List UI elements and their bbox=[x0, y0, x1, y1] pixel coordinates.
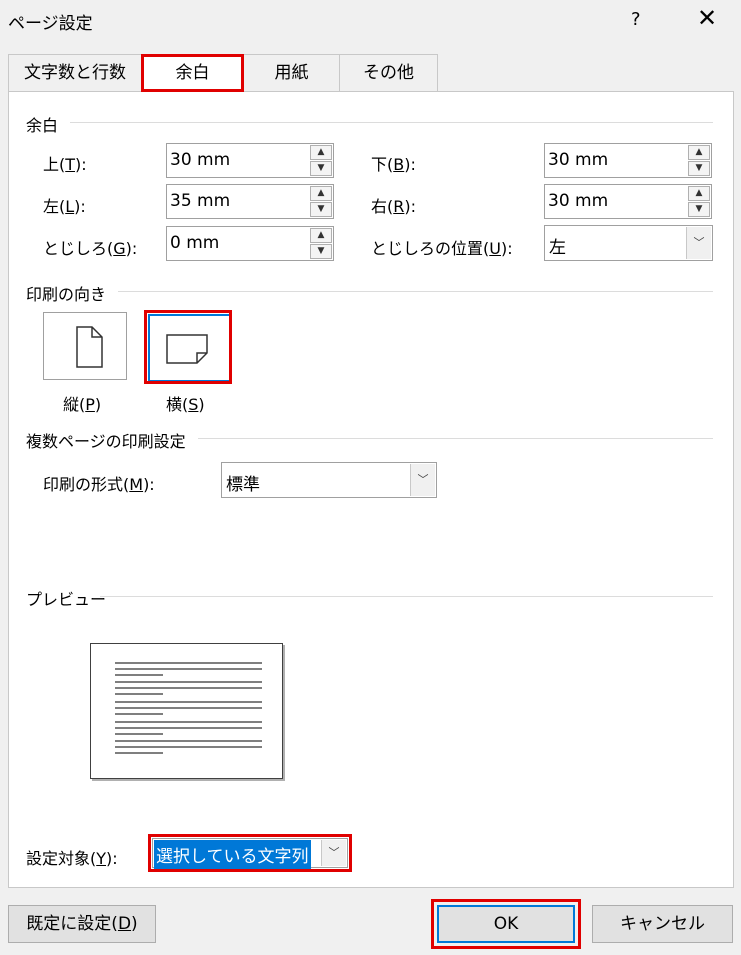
right-margin-value: 30 mm bbox=[548, 191, 609, 211]
landscape-label: 横(S) bbox=[166, 395, 205, 414]
bottom-margin-spinner[interactable]: 30 mm ▲ ▼ bbox=[544, 143, 712, 178]
preview-text-lines bbox=[115, 662, 262, 754]
bottom-margin-label: 下(B): bbox=[371, 155, 416, 174]
spin-up-icon[interactable]: ▲ bbox=[688, 145, 710, 160]
left-margin-value: 35 mm bbox=[170, 191, 231, 211]
separator bbox=[70, 122, 713, 123]
print-format-label: 印刷の形式(M): bbox=[43, 475, 155, 494]
top-margin-label: 上(T): bbox=[43, 155, 87, 174]
orientation-group-label: 印刷の向き bbox=[26, 285, 107, 304]
separator bbox=[198, 438, 713, 439]
chevron-down-icon[interactable]: ﹀ bbox=[410, 464, 435, 496]
gutter-label: とじしろ(G): bbox=[43, 239, 138, 258]
tab-other[interactable]: その他 bbox=[339, 54, 438, 91]
gutter-position-select[interactable]: 左 ﹀ bbox=[544, 225, 713, 261]
spin-down-icon[interactable]: ▼ bbox=[310, 161, 332, 176]
chevron-down-icon[interactable]: ﹀ bbox=[686, 227, 711, 259]
landscape-highlight bbox=[144, 310, 232, 384]
gutter-position-label: とじしろの位置(U): bbox=[371, 239, 513, 258]
portrait-page-icon bbox=[76, 326, 103, 368]
portrait-label: 縦(P) bbox=[63, 395, 102, 414]
portrait-option[interactable] bbox=[43, 312, 127, 380]
tab-strip: 文字数と行数 余白 用紙 その他 bbox=[8, 54, 438, 92]
close-button[interactable]: ✕ bbox=[697, 4, 717, 32]
spin-up-icon[interactable]: ▲ bbox=[310, 228, 332, 243]
gutter-position-value: 左 bbox=[549, 238, 566, 258]
tab-paper[interactable]: 用紙 bbox=[243, 54, 340, 91]
dialog-title: ページ設定 bbox=[8, 14, 93, 34]
right-margin-spinner[interactable]: 30 mm ▲ ▼ bbox=[544, 184, 712, 219]
help-button[interactable]: ? bbox=[631, 9, 641, 30]
right-margin-label: 右(R): bbox=[371, 197, 417, 216]
print-format-value: 標準 bbox=[226, 475, 260, 495]
spin-down-icon[interactable]: ▼ bbox=[310, 244, 332, 259]
spin-up-icon[interactable]: ▲ bbox=[310, 145, 332, 160]
print-format-select[interactable]: 標準 ﹀ bbox=[221, 462, 437, 498]
gutter-value: 0 mm bbox=[170, 233, 220, 253]
cancel-button[interactable]: キャンセル bbox=[592, 905, 733, 943]
set-as-default-button[interactable]: 既定に設定(D) bbox=[8, 905, 156, 943]
spin-up-icon[interactable]: ▲ bbox=[310, 186, 332, 201]
ok-highlight bbox=[431, 899, 581, 949]
top-margin-value: 30 mm bbox=[170, 150, 231, 170]
apply-to-label: 設定対象(Y): bbox=[26, 849, 118, 868]
spin-down-icon[interactable]: ▼ bbox=[688, 202, 710, 217]
spin-down-icon[interactable]: ▼ bbox=[310, 202, 332, 217]
top-margin-spinner[interactable]: 30 mm ▲ ▼ bbox=[166, 143, 334, 178]
tab-margins[interactable]: 余白 bbox=[141, 54, 244, 92]
separator bbox=[100, 596, 713, 597]
apply-to-highlight bbox=[148, 834, 352, 872]
tab-characters-lines[interactable]: 文字数と行数 bbox=[8, 54, 142, 91]
margins-group-label: 余白 bbox=[26, 116, 59, 135]
left-margin-spinner[interactable]: 35 mm ▲ ▼ bbox=[166, 184, 334, 219]
bottom-margin-value: 30 mm bbox=[548, 150, 609, 170]
separator bbox=[118, 291, 713, 292]
spin-down-icon[interactable]: ▼ bbox=[688, 161, 710, 176]
preview-group-label: プレビュー bbox=[26, 590, 107, 609]
left-margin-label: 左(L): bbox=[43, 197, 86, 216]
page-preview bbox=[90, 643, 283, 779]
multipage-group-label: 複数ページの印刷設定 bbox=[26, 432, 186, 451]
spin-up-icon[interactable]: ▲ bbox=[688, 186, 710, 201]
gutter-spinner[interactable]: 0 mm ▲ ▼ bbox=[166, 226, 334, 261]
